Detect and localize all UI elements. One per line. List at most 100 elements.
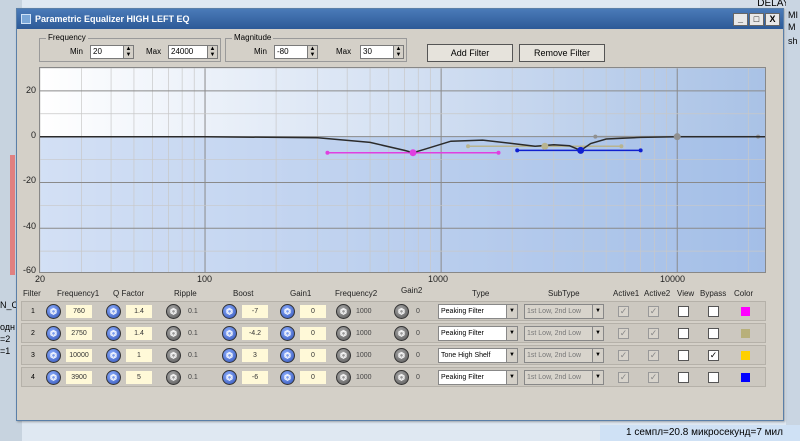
subtype-select[interactable]: 1st Low, 2nd Low ▼	[524, 304, 604, 319]
magnitude-max-input[interactable]: 30 ▲ ▼	[360, 45, 404, 59]
active1-checkbox[interactable]: ✓	[618, 306, 629, 317]
magnitude-min-input[interactable]: -80 ▲ ▼	[274, 45, 318, 59]
boost-field[interactable]: -7	[242, 305, 268, 318]
frequency2-value: 1000	[356, 352, 372, 359]
bypass-checkbox[interactable]	[708, 328, 719, 339]
dropdown-arrow-icon[interactable]: ▼	[506, 327, 517, 340]
header-filter: Filter	[23, 289, 41, 298]
gain1-knob-icon[interactable]: ⏣	[280, 348, 295, 363]
spin-arrows-icon[interactable]: ▲ ▼	[307, 46, 317, 58]
type-select[interactable]: Tone High Shelf ▼	[438, 348, 518, 363]
title-bar[interactable]: Parametric Equalizer HIGH LEFT EQ _ □ X	[17, 9, 783, 29]
view-checkbox[interactable]	[678, 372, 689, 383]
spin-arrows-icon[interactable]: ▲ ▼	[207, 46, 217, 58]
boost-field[interactable]: 3	[242, 349, 268, 362]
frequency-min-input[interactable]: 20 ▲ ▼	[90, 45, 134, 59]
q-factor-knob-icon[interactable]: ⏣	[106, 304, 121, 319]
dropdown-arrow-icon[interactable]: ▼	[506, 305, 517, 318]
frequency1-knob-icon[interactable]: ⏣	[46, 326, 61, 341]
gain2-knob-icon[interactable]: ⏣	[394, 370, 409, 385]
add-filter-button[interactable]: Add Filter	[427, 44, 513, 62]
view-checkbox[interactable]	[678, 350, 689, 361]
subtype-select[interactable]: 1st Low, 2nd Low ▼	[524, 370, 604, 385]
color-swatch[interactable]	[741, 351, 750, 360]
color-swatch[interactable]	[741, 307, 750, 316]
frequency1-knob-icon[interactable]: ⏣	[46, 304, 61, 319]
frequency2-knob-icon[interactable]: ⏣	[336, 326, 351, 341]
boost-knob-icon[interactable]: ⏣	[222, 304, 237, 319]
gain1-field[interactable]: 0	[300, 371, 326, 384]
color-swatch[interactable]	[741, 329, 750, 338]
type-select[interactable]: Peaking Filter ▼	[438, 304, 518, 319]
frequency2-knob-icon[interactable]: ⏣	[336, 348, 351, 363]
boost-knob-icon[interactable]: ⏣	[222, 326, 237, 341]
frequency1-field[interactable]: 10000	[66, 349, 92, 362]
type-select[interactable]: Peaking Filter ▼	[438, 370, 518, 385]
active1-checkbox[interactable]: ✓	[618, 328, 629, 339]
q-factor-knob-icon[interactable]: ⏣	[106, 370, 121, 385]
frequency1-field[interactable]: 3900	[66, 371, 92, 384]
subtype-value: 1st Low, 2nd Low	[527, 374, 582, 381]
frequency2-knob-icon[interactable]: ⏣	[336, 370, 351, 385]
frequency-response-plot[interactable]	[39, 67, 766, 273]
active1-checkbox[interactable]: ✓	[618, 372, 629, 383]
subtype-select[interactable]: 1st Low, 2nd Low ▼	[524, 348, 604, 363]
gain1-knob-icon[interactable]: ⏣	[280, 304, 295, 319]
gain1-knob-icon[interactable]: ⏣	[280, 326, 295, 341]
type-value: Tone High Shelf	[441, 352, 491, 359]
active1-checkbox[interactable]: ✓	[618, 350, 629, 361]
active2-checkbox[interactable]: ✓	[648, 350, 659, 361]
filter-row[interactable]: 4 ⏣ 3900 ⏣ 5 ⏣ 0.1 ⏣ -6 ⏣ 0 ⏣ 1000 ⏣ 0 Peaking Filter ▼ 1…	[21, 367, 766, 387]
boost-field[interactable]: -4.2	[242, 327, 268, 340]
view-checkbox[interactable]	[678, 306, 689, 317]
spin-arrows-icon[interactable]: ▲ ▼	[123, 46, 133, 58]
boost-knob-icon[interactable]: ⏣	[222, 348, 237, 363]
gain1-knob-icon[interactable]: ⏣	[280, 370, 295, 385]
q-factor-field[interactable]: 1.4	[126, 305, 152, 318]
gain1-field[interactable]: 0	[300, 327, 326, 340]
bypass-checkbox[interactable]	[708, 372, 719, 383]
dropdown-arrow-icon[interactable]: ▼	[506, 349, 517, 362]
gain2-knob-icon[interactable]: ⏣	[394, 348, 409, 363]
frequency1-field[interactable]: 760	[66, 305, 92, 318]
view-checkbox[interactable]	[678, 328, 689, 339]
color-swatch[interactable]	[741, 373, 750, 382]
remove-filter-button[interactable]: Remove Filter	[519, 44, 605, 62]
q-factor-field[interactable]: 1.4	[126, 327, 152, 340]
frequency1-knob-icon[interactable]: ⏣	[46, 370, 61, 385]
ripple-knob-icon[interactable]: ⏣	[166, 304, 181, 319]
filter-row[interactable]: 1 ⏣ 760 ⏣ 1.4 ⏣ 0.1 ⏣ -7 ⏣ 0 ⏣ 1000 ⏣ 0 Peaking Filter ▼…	[21, 301, 766, 321]
close-button[interactable]: X	[765, 12, 780, 26]
subtype-select[interactable]: 1st Low, 2nd Low ▼	[524, 326, 604, 341]
active2-checkbox[interactable]: ✓	[648, 306, 659, 317]
q-factor-field[interactable]: 5	[126, 371, 152, 384]
maximize-button[interactable]: □	[749, 12, 764, 26]
ripple-knob-icon[interactable]: ⏣	[166, 326, 181, 341]
active2-checkbox[interactable]: ✓	[648, 372, 659, 383]
filter-row[interactable]: 3 ⏣ 10000 ⏣ 1 ⏣ 0.1 ⏣ 3 ⏣ 0 ⏣ 1000 ⏣ 0 Tone High Shelf ▼…	[21, 345, 766, 365]
response-chart[interactable]	[40, 68, 766, 273]
q-factor-field[interactable]: 1	[126, 349, 152, 362]
bypass-checkbox[interactable]	[708, 306, 719, 317]
active2-checkbox[interactable]: ✓	[648, 328, 659, 339]
boost-knob-icon[interactable]: ⏣	[222, 370, 237, 385]
dropdown-arrow-icon[interactable]: ▼	[506, 371, 517, 384]
boost-field[interactable]: -6	[242, 371, 268, 384]
gain2-knob-icon[interactable]: ⏣	[394, 304, 409, 319]
frequency1-knob-icon[interactable]: ⏣	[46, 348, 61, 363]
bypass-checkbox[interactable]: ✓	[708, 350, 719, 361]
gain1-field[interactable]: 0	[300, 349, 326, 362]
type-select[interactable]: Peaking Filter ▼	[438, 326, 518, 341]
gain2-knob-icon[interactable]: ⏣	[394, 326, 409, 341]
frequency2-knob-icon[interactable]: ⏣	[336, 304, 351, 319]
frequency-max-input[interactable]: 24000 ▲ ▼	[168, 45, 218, 59]
spin-arrows-icon[interactable]: ▲ ▼	[393, 46, 403, 58]
q-factor-knob-icon[interactable]: ⏣	[106, 326, 121, 341]
ripple-knob-icon[interactable]: ⏣	[166, 370, 181, 385]
frequency1-field[interactable]: 2750	[66, 327, 92, 340]
gain1-field[interactable]: 0	[300, 305, 326, 318]
minimize-button[interactable]: _	[733, 12, 748, 26]
filter-row[interactable]: 2 ⏣ 2750 ⏣ 1.4 ⏣ 0.1 ⏣ -4.2 ⏣ 0 ⏣ 1000 ⏣ 0 Peaking Filt…	[21, 323, 766, 343]
ripple-knob-icon[interactable]: ⏣	[166, 348, 181, 363]
q-factor-knob-icon[interactable]: ⏣	[106, 348, 121, 363]
